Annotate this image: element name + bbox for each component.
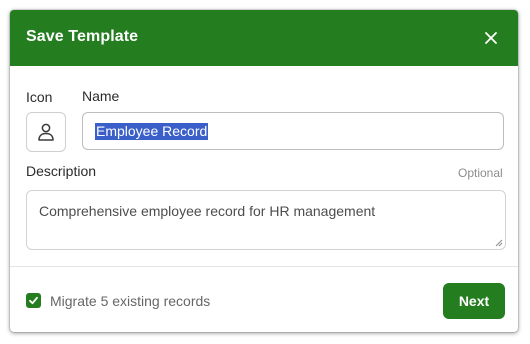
footer-divider — [10, 266, 518, 267]
optional-hint: Optional — [458, 166, 503, 180]
next-button[interactable]: Next — [443, 283, 505, 319]
migrate-label[interactable]: Migrate 5 existing records — [50, 293, 210, 309]
name-input[interactable]: Employee Record — [82, 112, 504, 150]
checkmark-icon — [29, 296, 38, 305]
name-input-value: Employee Record — [95, 123, 209, 140]
icon-label: Icon — [26, 89, 53, 105]
icon-picker-button[interactable] — [26, 112, 66, 152]
migrate-checkbox[interactable] — [26, 293, 41, 308]
description-label: Description — [26, 163, 97, 179]
save-template-dialog: Save Template Icon Name Employee Record … — [10, 10, 518, 332]
user-icon — [38, 123, 54, 141]
description-value: Comprehensive employee record for HR man… — [39, 203, 376, 219]
name-label: Name — [82, 88, 120, 104]
dialog-header: Save Template — [10, 10, 518, 66]
dialog-title: Save Template — [26, 28, 139, 45]
description-textarea[interactable]: Comprehensive employee record for HR man… — [26, 190, 506, 250]
close-icon[interactable] — [482, 29, 500, 47]
resize-handle-icon[interactable] — [495, 239, 503, 247]
